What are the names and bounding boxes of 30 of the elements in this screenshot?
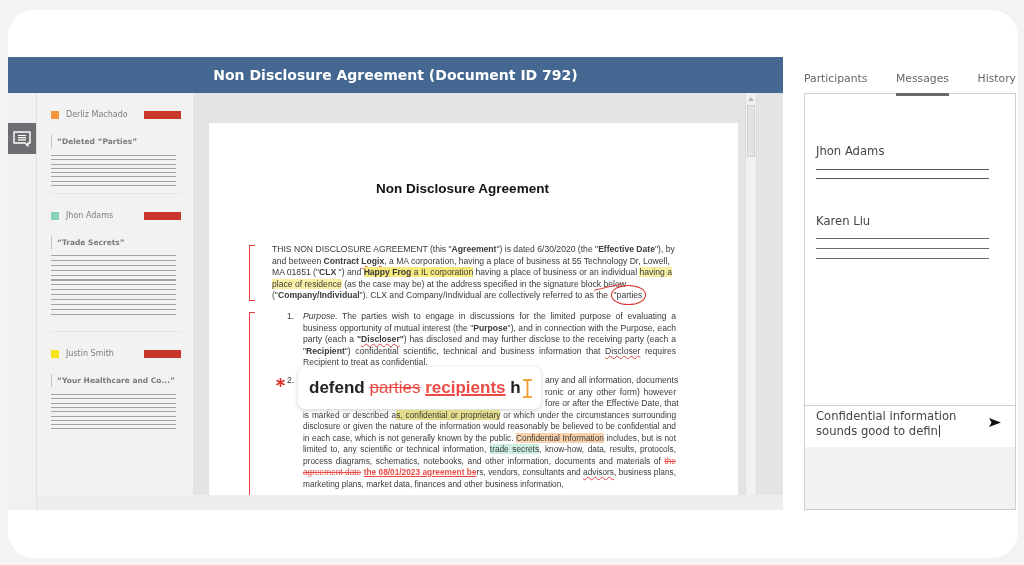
paragraph-number: 2. — [287, 375, 296, 387]
comment-author: Jhon Adams — [66, 211, 115, 221]
paragraph-text: THIS NON DISCLOSURE AGREEMENT (this "Agreement") is dated 6/30/2020 (the "Effective Date"), by and between Contract Logix, a MA corporation, having a place of business at 55 Technology Dr, Lowell, MA 01851 ("CLX ") and Happy Frog a IL corporation having a place of business or an individual having a place of residence (as the case may be) at the address specified in the signature block below ("Company/Individual"). CLX and Company/Individual are collectively referred to as the "parties — [272, 244, 676, 302]
paragraph-text-fragment: ronic or any other form) however — [545, 386, 676, 398]
comment-icon — [13, 130, 31, 147]
message-author: Karen Liu — [816, 214, 872, 228]
message-input[interactable]: Confidential information sounds good to defin — [816, 409, 968, 439]
text-cursor-icon — [939, 425, 940, 437]
tab[interactable]: History — [977, 72, 1016, 96]
tag-icon — [144, 111, 181, 119]
scroll-up-icon[interactable] — [748, 97, 754, 101]
send-icon — [989, 418, 1001, 427]
paragraph-number: 1. — [287, 311, 296, 323]
tag-icon — [144, 350, 181, 358]
comments-button[interactable] — [8, 123, 36, 154]
comment-author: Justin Smith — [66, 349, 115, 359]
message-author: Jhon Adams — [816, 144, 886, 158]
suggestion-text: defend parties recipients h — [309, 378, 521, 398]
comment-author: Derliz Machado — [66, 110, 129, 120]
paragraph-text: Purpose. The parties wish to engage in discussions for the limited purpose of evaluating a business opportunity of mutual interest (the "Purpose"), and in connection with the Purpose, each party (each a "Discloser") has disclosed and may further disclose to the receiving party (each a "Recipient") confidential scientific, technical and business information that Discloser requires Recipient to treat as confidential. — [303, 311, 676, 369]
text-cursor-icon — [522, 378, 532, 398]
document-title: Non Disclosure Agreement (Document ID 792) — [213, 67, 578, 83]
tag-icon — [144, 212, 181, 220]
scrollbar-thumb[interactable] — [747, 105, 755, 157]
tab[interactable]: Messages — [896, 72, 949, 96]
scrollbar[interactable] — [745, 93, 757, 495]
send-button[interactable] — [989, 418, 1001, 427]
document-heading: Non Disclosure Agreement — [375, 182, 550, 196]
paragraph-text-fragment: any and all information, documents — [545, 375, 676, 387]
tab[interactable]: Participants — [804, 72, 868, 96]
